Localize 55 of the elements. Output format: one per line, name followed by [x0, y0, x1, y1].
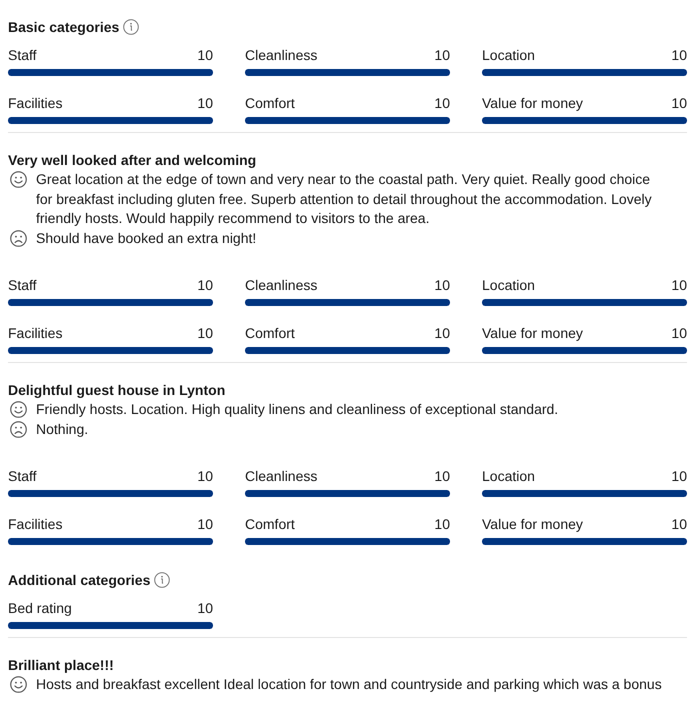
review-title: Brilliant place!!!	[8, 656, 115, 674]
score-value: 10	[197, 515, 213, 533]
comment-text: Friendly hosts. Location. High quality linens and cleanliness of exceptional standard.	[36, 400, 558, 419]
score-value: 10	[197, 46, 213, 64]
info-icon	[123, 19, 140, 35]
score-value: 10	[434, 46, 450, 64]
category-label: Cleanliness	[245, 467, 318, 485]
score-value: 10	[671, 324, 687, 342]
comment-text: Should have booked an extra night!	[36, 228, 256, 248]
category-label: Facilities	[8, 515, 62, 533]
score-value: 10	[197, 94, 213, 112]
smiley-face-icon	[10, 676, 27, 693]
score-value: 10	[434, 324, 450, 342]
category-label: Cleanliness	[245, 276, 318, 294]
category-label: Staff	[8, 46, 37, 64]
frowning-face-icon	[10, 230, 27, 246]
category-label: Comfort	[245, 324, 295, 342]
category-label: Location	[482, 46, 535, 64]
score-value: 10	[434, 515, 450, 533]
category-label: Cleanliness	[245, 46, 318, 64]
smiley-face-icon	[10, 401, 27, 418]
comment-text: Great location at the edge of town and very near to the coastal path. Very quiet. Really good choice for breakfast including gluten free. Superb attention to detail throughout the accommodation. Lovely friendly hosts. Would happily recommend to visitors to the area.	[36, 170, 653, 228]
section-heading: Basic categories	[8, 18, 120, 36]
score-value: 10	[434, 94, 450, 112]
comment-text: Hosts and breakfast excellent Ideal location for town and countryside and parking which was a bonus	[36, 675, 662, 694]
score-value: 10	[671, 276, 687, 294]
score-value: 10	[197, 276, 213, 294]
score-value: 10	[197, 324, 213, 342]
category-label: Location	[482, 467, 535, 485]
section-heading: Additional categories	[8, 571, 150, 589]
comment-text: Nothing.	[36, 420, 88, 439]
category-label: Staff	[8, 467, 37, 485]
category-label: Staff	[8, 276, 37, 294]
review-title: Very well looked after and welcoming	[8, 151, 258, 169]
score-value: 10	[434, 276, 450, 294]
category-label: Bed rating	[8, 599, 72, 617]
category-label: Value for money	[482, 515, 583, 533]
score-value: 10	[197, 599, 213, 617]
score-value: 10	[671, 515, 687, 533]
score-value: 10	[671, 94, 687, 112]
score-value: 10	[434, 467, 450, 485]
category-label: Facilities	[8, 94, 62, 112]
category-label: Facilities	[8, 324, 62, 342]
score-value: 10	[671, 467, 687, 485]
score-value: 10	[671, 46, 687, 64]
review-title: Delightful guest house in Lynton	[8, 381, 226, 399]
category-label: Comfort	[245, 515, 295, 533]
category-label: Comfort	[245, 94, 295, 112]
smiley-face-icon	[10, 171, 27, 188]
score-value: 10	[197, 467, 213, 485]
category-label: Value for money	[482, 94, 583, 112]
category-label: Value for money	[482, 324, 583, 342]
category-label: Location	[482, 276, 535, 294]
info-icon	[154, 572, 170, 588]
frowning-face-icon	[10, 420, 27, 438]
